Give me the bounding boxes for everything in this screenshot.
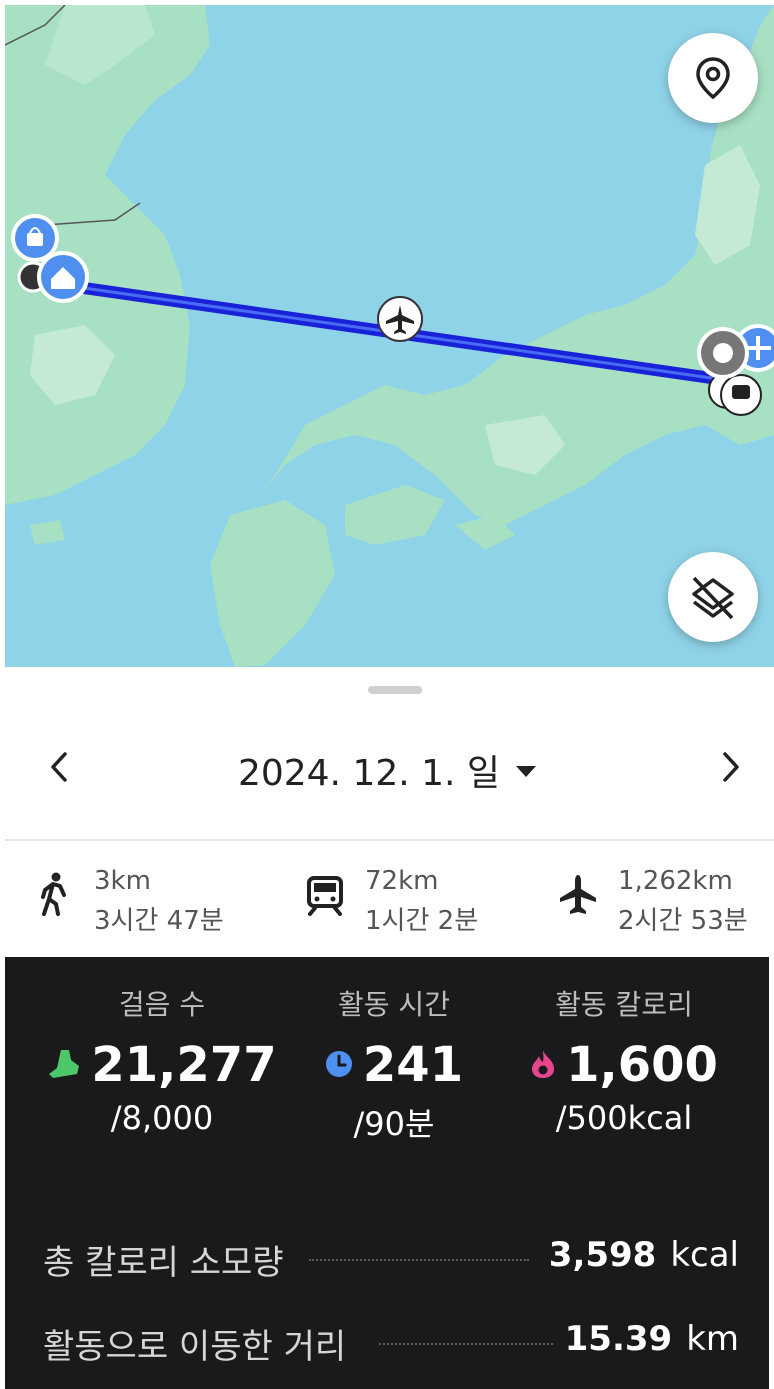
location-pin-icon: [696, 57, 730, 100]
map-canvas[interactable]: [5, 5, 774, 667]
active-time-title: 활동 시간: [338, 988, 450, 1021]
active-calories-value: 1,600: [566, 1037, 718, 1093]
dotted-leader: [309, 1259, 529, 1261]
map-view[interactable]: [5, 5, 774, 667]
active-time-stat: 활동 시간 241 /90분: [269, 983, 519, 1145]
active-time-goal: /90분: [353, 1105, 435, 1143]
train-icon: [307, 876, 343, 916]
destination-marker-icon[interactable]: [697, 327, 749, 379]
steps-title: 걸음 수: [118, 988, 206, 1021]
shoe-icon: [49, 1050, 80, 1078]
train-duration: 1시간 2분: [365, 906, 479, 936]
airplane-icon: [560, 875, 596, 914]
layers-toggle-button[interactable]: [668, 552, 758, 642]
steps-stat: 걸음 수 21,277 /8,000: [37, 983, 287, 1137]
active-calories-title: 활동 칼로리: [555, 988, 693, 1021]
steps-goal: /8,000: [110, 1099, 214, 1137]
total-calories-value: 3,598: [548, 1235, 657, 1275]
total-distance-unit: km: [686, 1319, 739, 1359]
steps-value: 21,277: [91, 1037, 277, 1093]
dotted-leader: [379, 1343, 553, 1345]
active-time-value: 241: [362, 1037, 464, 1093]
total-calories-row: 총 칼로리 소모량 3,598 kcal: [43, 1235, 739, 1285]
chevron-right-icon: [723, 752, 739, 782]
dropdown-caret-icon: [516, 765, 537, 777]
total-distance-value: 15.39: [564, 1319, 673, 1359]
locate-button[interactable]: [668, 33, 758, 123]
walk-distance: 3km: [94, 866, 151, 896]
total-calories-label: 총 칼로리 소모량: [43, 1243, 284, 1283]
activity-stats-panel[interactable]: 걸음 수 21,277 /8,000 활동 시간 241 /90분 활동 칼로리…: [5, 957, 769, 1389]
train-distance: 72km: [365, 866, 439, 896]
transport-flight: 1,262km 2시간 53분: [558, 862, 768, 936]
flame-icon: [532, 1050, 555, 1078]
divider: [5, 839, 774, 841]
transport-train: 72km 1시간 2분: [305, 862, 515, 936]
flight-distance: 1,262km: [618, 866, 733, 896]
active-calories-goal: /500kcal: [555, 1099, 693, 1137]
sheet-drag-handle[interactable]: [368, 686, 422, 694]
clock-icon: [325, 1051, 352, 1077]
home-marker-icon[interactable]: [37, 251, 89, 303]
flight-duration: 2시간 53분: [618, 906, 748, 936]
walk-icon: [41, 872, 66, 916]
walk-duration: 3시간 47분: [94, 906, 224, 936]
total-distance-label: 활동으로 이동한 거리: [43, 1327, 347, 1367]
flight-marker-icon[interactable]: [377, 296, 423, 342]
layers-off-icon: [692, 576, 734, 620]
next-day-button[interactable]: [706, 740, 756, 794]
date-navigation: 2024. 12. 1. 일: [0, 730, 774, 804]
total-calories-unit: kcal: [670, 1235, 739, 1275]
active-calories-stat: 활동 칼로리 1,600 /500kcal: [499, 983, 749, 1137]
total-distance-row: 활동으로 이동한 거리 15.39 km: [43, 1319, 739, 1369]
date-text: 2024. 12. 1. 일: [237, 753, 501, 794]
date-selector[interactable]: 2024. 12. 1. 일: [0, 744, 774, 796]
transport-walk: 3km 3시간 47분: [34, 862, 254, 936]
